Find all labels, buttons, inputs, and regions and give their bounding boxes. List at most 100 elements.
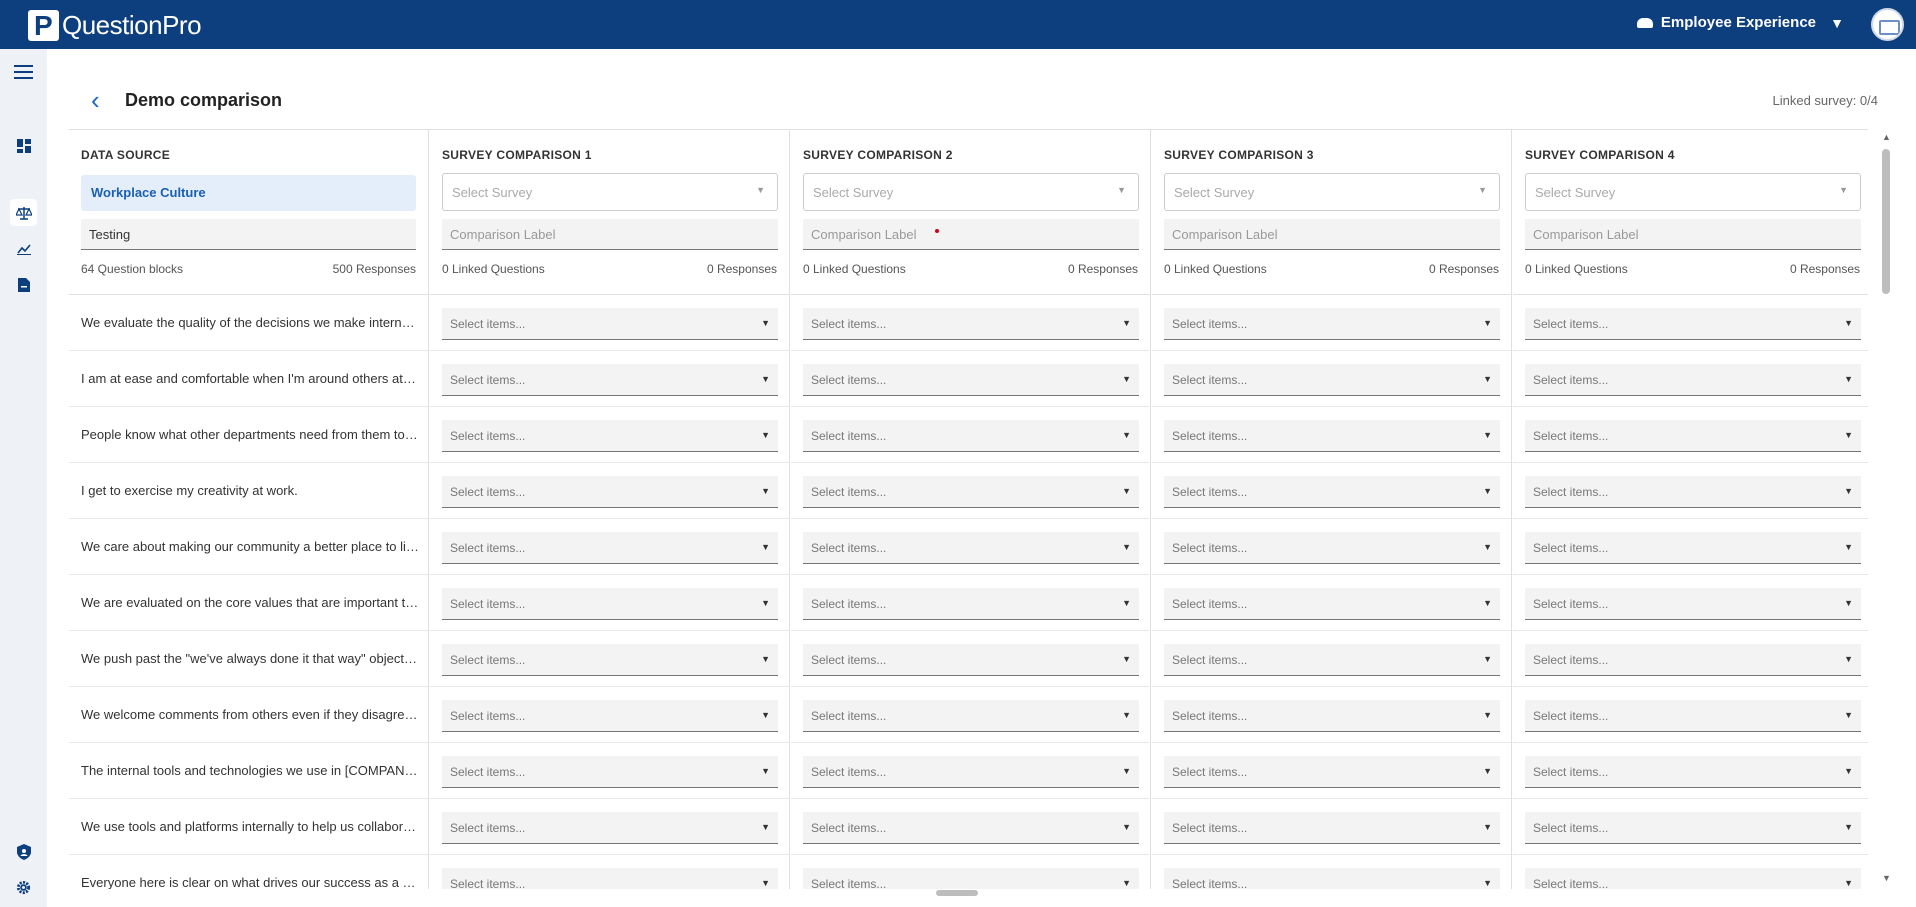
select-items-dropdown[interactable]: Select items... ▼ — [442, 644, 778, 676]
select-items-dropdown[interactable]: Select items... ▼ — [1525, 644, 1861, 676]
scroll-down-icon[interactable]: ▼ — [1882, 873, 1891, 883]
trend-chart-icon[interactable] — [10, 235, 37, 262]
select-items-dropdown[interactable]: Select items... ▼ — [1525, 700, 1861, 732]
select-items-placeholder: Select items... — [1533, 821, 1609, 835]
select-items-dropdown[interactable]: Select items... ▼ — [442, 700, 778, 732]
mapping-row: Select items... ▼ — [791, 407, 1150, 463]
data-source-selected[interactable]: Workplace Culture — [81, 175, 416, 211]
select-items-dropdown[interactable]: Select items... ▼ — [1525, 868, 1861, 889]
cloud-icon — [1636, 17, 1653, 28]
select-items-dropdown[interactable]: Select items... ▼ — [1164, 756, 1500, 788]
question-text: I am at ease and comfortable when I'm ar… — [81, 371, 419, 386]
select-items-dropdown[interactable]: Select items... ▼ — [442, 308, 778, 340]
mapping-row: Select items... ▼ — [1513, 743, 1868, 799]
comparison-label-placeholder: Comparison Label — [450, 227, 556, 242]
product-switcher[interactable]: Employee Experience — [1636, 14, 1816, 31]
data-source-column: DATA SOURCE Workplace Culture Testing 64… — [69, 130, 429, 889]
select-items-placeholder: Select items... — [811, 597, 887, 611]
select-items-dropdown[interactable]: Select items... ▼ — [442, 476, 778, 508]
select-items-dropdown[interactable]: Select items... ▼ — [1525, 364, 1861, 396]
select-items-dropdown[interactable]: Select items... ▼ — [1525, 420, 1861, 452]
select-items-placeholder: Select items... — [1172, 765, 1248, 779]
select-items-dropdown[interactable]: Select items... ▼ — [803, 308, 1139, 340]
select-survey-placeholder: Select Survey — [1535, 185, 1616, 200]
report-icon[interactable] — [10, 271, 37, 298]
menu-icon[interactable] — [10, 58, 37, 85]
select-items-dropdown[interactable]: Select items... ▼ — [803, 532, 1139, 564]
horizontal-scroll-handle[interactable] — [936, 890, 978, 896]
select-items-dropdown[interactable]: Select items... ▼ — [1164, 644, 1500, 676]
select-survey-dropdown[interactable]: Select Survey ▼ — [803, 173, 1139, 211]
select-survey-dropdown[interactable]: Select Survey ▼ — [1525, 173, 1861, 211]
select-items-dropdown[interactable]: Select items... ▼ — [803, 756, 1139, 788]
select-items-placeholder: Select items... — [1172, 485, 1248, 499]
select-items-dropdown[interactable]: Select items... ▼ — [1525, 812, 1861, 844]
avatar[interactable] — [1871, 8, 1904, 41]
select-items-placeholder: Select items... — [1172, 709, 1248, 723]
questionpro-logo[interactable]: P QuestionPro — [28, 9, 202, 41]
select-items-dropdown[interactable]: Select items... ▼ — [1164, 476, 1500, 508]
chevron-down-icon: ▼ — [761, 374, 770, 384]
back-icon[interactable]: ‹ — [91, 87, 100, 113]
select-items-dropdown[interactable]: Select items... ▼ — [1164, 420, 1500, 452]
select-items-dropdown[interactable]: Select items... ▼ — [442, 868, 778, 889]
select-items-placeholder: Select items... — [811, 541, 887, 555]
select-items-dropdown[interactable]: Select items... ▼ — [1525, 756, 1861, 788]
select-items-dropdown[interactable]: Select items... ▼ — [803, 420, 1139, 452]
select-survey-dropdown[interactable]: Select Survey ▼ — [442, 173, 778, 211]
settings-icon[interactable] — [10, 874, 37, 901]
select-items-dropdown[interactable]: Select items... ▼ — [442, 812, 778, 844]
select-items-placeholder: Select items... — [811, 765, 887, 779]
select-items-placeholder: Select items... — [1172, 597, 1248, 611]
select-items-placeholder: Select items... — [450, 709, 526, 723]
chevron-down-icon: ▼ — [756, 185, 765, 195]
comparison-label-input[interactable]: Comparison Label — [803, 219, 1139, 250]
comparison-label-input[interactable]: Comparison Label — [1164, 219, 1500, 250]
select-items-placeholder: Select items... — [1533, 541, 1609, 555]
question-text: We welcome comments from others even if … — [81, 707, 419, 722]
comparison-label-placeholder: Comparison Label — [1533, 227, 1639, 242]
select-items-dropdown[interactable]: Select items... ▼ — [803, 588, 1139, 620]
select-items-dropdown[interactable]: Select items... ▼ — [803, 700, 1139, 732]
select-items-dropdown[interactable]: Select items... ▼ — [1525, 308, 1861, 340]
comparison-label-input[interactable]: Comparison Label — [1525, 219, 1861, 250]
select-items-dropdown[interactable]: Select items... ▼ — [1525, 532, 1861, 564]
comparison-label-input[interactable]: Comparison Label — [442, 219, 778, 250]
select-items-dropdown[interactable]: Select items... ▼ — [1525, 588, 1861, 620]
select-items-placeholder: Select items... — [811, 317, 887, 331]
select-items-dropdown[interactable]: Select items... ▼ — [442, 420, 778, 452]
select-items-dropdown[interactable]: Select items... ▼ — [803, 868, 1139, 889]
select-items-dropdown[interactable]: Select items... ▼ — [1164, 812, 1500, 844]
select-items-dropdown[interactable]: Select items... ▼ — [803, 476, 1139, 508]
required-indicator — [934, 229, 939, 233]
select-survey-dropdown[interactable]: Select Survey ▼ — [1164, 173, 1500, 211]
select-items-dropdown[interactable]: Select items... ▼ — [442, 756, 778, 788]
select-items-dropdown[interactable]: Select items... ▼ — [442, 364, 778, 396]
mapping-row: Select items... ▼ — [791, 575, 1150, 631]
product-dropdown-icon[interactable]: ▼ — [1830, 15, 1844, 31]
select-items-dropdown[interactable]: Select items... ▼ — [1164, 700, 1500, 732]
select-items-dropdown[interactable]: Select items... ▼ — [442, 588, 778, 620]
select-items-dropdown[interactable]: Select items... ▼ — [1164, 588, 1500, 620]
chevron-down-icon: ▼ — [1122, 710, 1131, 720]
select-items-dropdown[interactable]: Select items... ▼ — [1164, 364, 1500, 396]
select-items-dropdown[interactable]: Select items... ▼ — [1164, 532, 1500, 564]
compare-icon[interactable] — [10, 199, 37, 226]
select-items-dropdown[interactable]: Select items... ▼ — [803, 644, 1139, 676]
select-items-dropdown[interactable]: Select items... ▼ — [1525, 476, 1861, 508]
scroll-up-icon[interactable]: ▲ — [1882, 132, 1891, 142]
chevron-down-icon: ▼ — [1483, 430, 1492, 440]
comparison-label-placeholder: Comparison Label — [1172, 227, 1278, 242]
scrollbar-thumb[interactable] — [1882, 149, 1890, 294]
vertical-scrollbar[interactable]: ▲ ▼ — [1878, 129, 1894, 889]
select-items-dropdown[interactable]: Select items... ▼ — [803, 812, 1139, 844]
select-items-dropdown[interactable]: Select items... ▼ — [1164, 868, 1500, 889]
select-items-dropdown[interactable]: Select items... ▼ — [442, 532, 778, 564]
select-items-dropdown[interactable]: Select items... ▼ — [803, 364, 1139, 396]
data-source-secondary[interactable]: Testing — [81, 219, 416, 250]
shield-user-icon[interactable] — [10, 838, 37, 865]
dashboard-icon[interactable] — [10, 132, 37, 159]
select-items-dropdown[interactable]: Select items... ▼ — [1164, 308, 1500, 340]
mapping-row: Select items... ▼ — [1152, 351, 1511, 407]
chevron-down-icon: ▼ — [761, 766, 770, 776]
